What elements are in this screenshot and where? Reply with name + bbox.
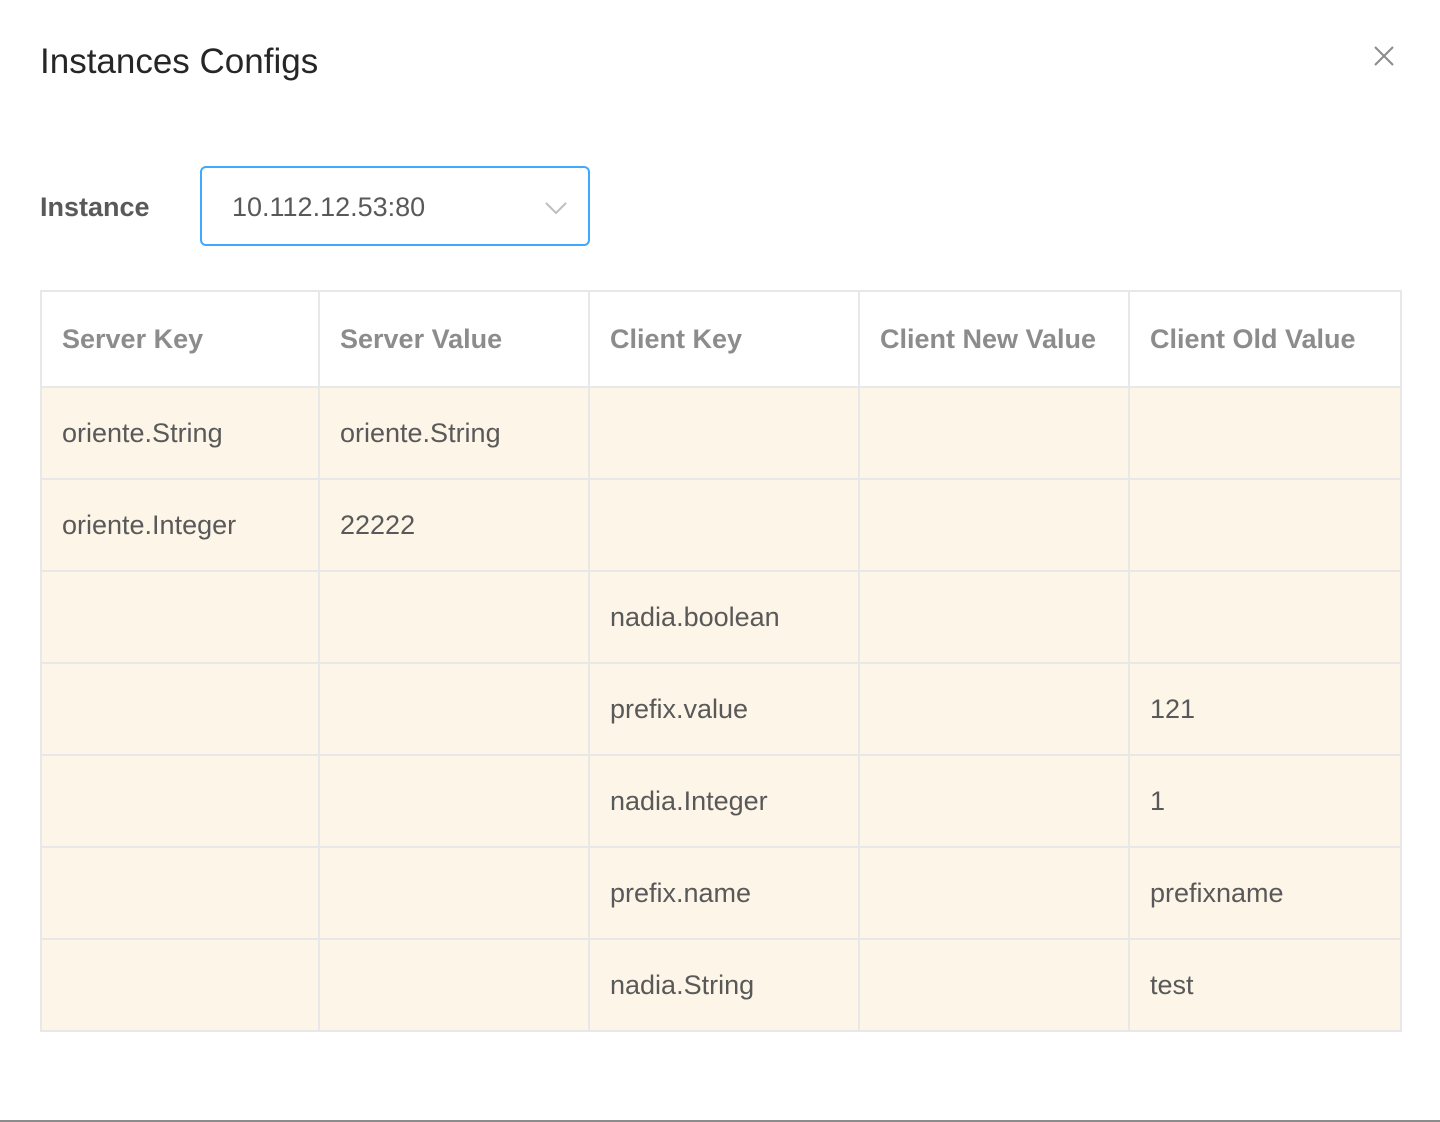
cell-client-key: prefix.name xyxy=(588,846,860,940)
cell-client-key xyxy=(588,478,860,572)
cell-server-key xyxy=(40,662,320,756)
chevron-down-icon xyxy=(544,196,568,220)
cell-server-key xyxy=(40,570,320,664)
table-row: prefix.value 121 xyxy=(40,662,1402,756)
cell-client-old-value: 121 xyxy=(1128,662,1402,756)
cell-server-key xyxy=(40,846,320,940)
cell-server-value xyxy=(318,754,590,848)
configs-table: Server Key Server Value Client Key Clien… xyxy=(40,290,1402,1032)
cell-client-key xyxy=(588,386,860,480)
cell-client-new-value xyxy=(858,478,1130,572)
table-row: oriente.String oriente.String xyxy=(40,386,1402,480)
cell-client-old-value xyxy=(1128,478,1402,572)
instance-label: Instance xyxy=(40,192,150,222)
cell-client-old-value: prefixname xyxy=(1128,846,1402,940)
cell-server-value xyxy=(318,938,590,1032)
instance-select-value: 10.112.12.53:80 xyxy=(232,192,426,222)
cell-server-key xyxy=(40,938,320,1032)
cell-client-old-value: test xyxy=(1128,938,1402,1032)
cell-client-new-value xyxy=(858,662,1130,756)
table-row: nadia.boolean xyxy=(40,570,1402,664)
cell-server-value xyxy=(318,570,590,664)
cell-client-new-value xyxy=(858,570,1130,664)
column-header-client-new-value: Client New Value xyxy=(858,290,1130,388)
cell-client-new-value xyxy=(858,386,1130,480)
cell-server-value xyxy=(318,662,590,756)
table-header-row: Server Key Server Value Client Key Clien… xyxy=(40,290,1402,388)
cell-server-value: oriente.String xyxy=(318,386,590,480)
instances-configs-dialog: Instances Configs Instance 10.112.12.53:… xyxy=(0,0,1440,1122)
cell-client-new-value xyxy=(858,754,1130,848)
table-row: oriente.Integer 22222 xyxy=(40,478,1402,572)
cell-client-key: nadia.String xyxy=(588,938,860,1032)
column-header-server-value: Server Value xyxy=(318,290,590,388)
table-row: prefix.name prefixname xyxy=(40,846,1402,940)
cell-client-new-value xyxy=(858,938,1130,1032)
cell-client-new-value xyxy=(858,846,1130,940)
cell-client-old-value xyxy=(1128,386,1402,480)
cell-client-key: nadia.Integer xyxy=(588,754,860,848)
column-header-client-old-value: Client Old Value xyxy=(1128,290,1402,388)
cell-server-key: oriente.String xyxy=(40,386,320,480)
column-header-server-key: Server Key xyxy=(40,290,320,388)
column-header-client-key: Client Key xyxy=(588,290,860,388)
close-button[interactable] xyxy=(1368,40,1400,72)
cell-server-value: 22222 xyxy=(318,478,590,572)
cell-server-key xyxy=(40,754,320,848)
cell-client-key: nadia.boolean xyxy=(588,570,860,664)
cell-server-key: oriente.Integer xyxy=(40,478,320,572)
instance-select[interactable]: 10.112.12.53:80 xyxy=(200,166,590,246)
table-row: nadia.String test xyxy=(40,938,1402,1032)
close-icon xyxy=(1368,40,1400,72)
table-row: nadia.Integer 1 xyxy=(40,754,1402,848)
dialog-title: Instances Configs xyxy=(40,42,319,81)
cell-client-old-value: 1 xyxy=(1128,754,1402,848)
cell-client-key: prefix.value xyxy=(588,662,860,756)
cell-client-old-value xyxy=(1128,570,1402,664)
cell-server-value xyxy=(318,846,590,940)
